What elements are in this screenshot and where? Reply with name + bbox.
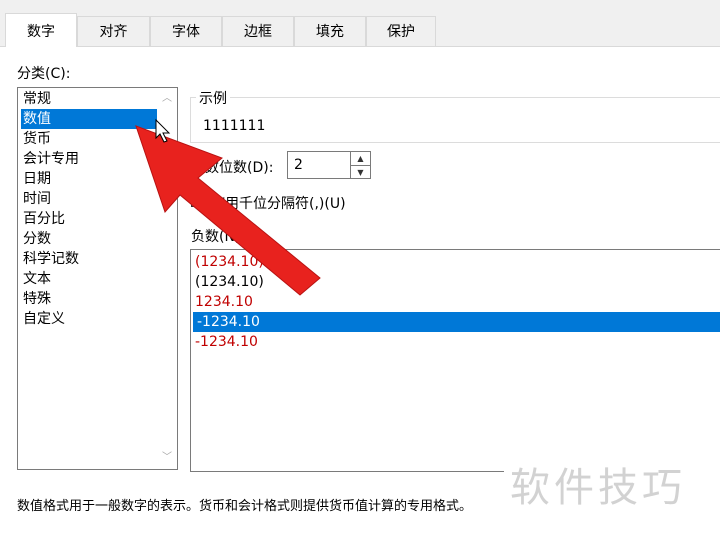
tab-border[interactable]: 边框 xyxy=(222,16,294,46)
category-item[interactable]: 分数 xyxy=(21,229,51,249)
tab-strip-divider xyxy=(0,46,720,47)
decimal-places-input[interactable]: 2 xyxy=(287,151,351,179)
category-item[interactable]: 特殊 xyxy=(21,289,51,309)
negative-format-item-selected[interactable]: -1234.10 xyxy=(193,312,720,332)
watermark-text: 软件技巧 xyxy=(510,455,686,513)
sample-groupbox xyxy=(190,97,720,143)
tab-protection[interactable]: 保护 xyxy=(366,16,436,46)
negative-format-item[interactable]: (1234.10) xyxy=(195,272,264,292)
increment-icon[interactable]: ▲ xyxy=(351,152,370,166)
tab-number[interactable]: 数字 xyxy=(5,13,77,47)
thousands-separator-checkbox[interactable] xyxy=(191,193,205,207)
category-item[interactable]: 自定义 xyxy=(21,309,65,329)
negative-numbers-listbox[interactable]: (1234.10) (1234.10) 1234.10 -1234.10 -12… xyxy=(190,249,720,472)
category-item[interactable]: 货币 xyxy=(21,129,51,149)
category-label: 分类(C): xyxy=(17,66,71,82)
category-item[interactable]: 会计专用 xyxy=(21,149,79,169)
tab-alignment[interactable]: 对齐 xyxy=(77,16,150,46)
decrement-icon[interactable]: ▼ xyxy=(351,166,370,179)
tab-fill[interactable]: 填充 xyxy=(294,16,366,46)
category-item[interactable]: 科学记数 xyxy=(21,249,79,269)
negative-format-item[interactable]: 1234.10 xyxy=(195,292,253,312)
negative-format-item[interactable]: -1234.10 xyxy=(195,332,258,352)
decimal-places-label: 小数位数(D): xyxy=(191,160,274,176)
negative-format-item[interactable]: (1234.10) xyxy=(195,252,264,272)
negative-numbers-label: 负数(N): xyxy=(191,229,246,245)
category-item-selected[interactable]: 数值 xyxy=(21,109,157,129)
scroll-up-icon[interactable]: ︿ xyxy=(160,92,174,106)
category-item[interactable]: 常规 xyxy=(21,89,51,109)
category-listbox[interactable]: 常规 数值 货币 会计专用 日期 时间 百分比 分数 科学记数 文本 特殊 自定… xyxy=(17,87,178,470)
sample-value: 1111111 xyxy=(203,118,266,134)
sample-label: 示例 xyxy=(196,88,230,108)
scroll-down-icon[interactable]: ﹀ xyxy=(160,451,174,465)
category-item[interactable]: 文本 xyxy=(21,269,51,289)
decimal-places-stepper[interactable]: ▲ ▼ xyxy=(351,151,371,179)
category-item[interactable]: 日期 xyxy=(21,169,51,189)
category-item[interactable]: 百分比 xyxy=(21,209,65,229)
tab-font[interactable]: 字体 xyxy=(150,16,222,46)
thousands-separator-label[interactable]: 使用千位分隔符(,)(U) xyxy=(211,193,346,213)
format-description: 数值格式用于一般数字的表示。货币和会计格式则提供货币值计算的专用格式。 xyxy=(17,499,473,514)
category-item[interactable]: 时间 xyxy=(21,189,51,209)
